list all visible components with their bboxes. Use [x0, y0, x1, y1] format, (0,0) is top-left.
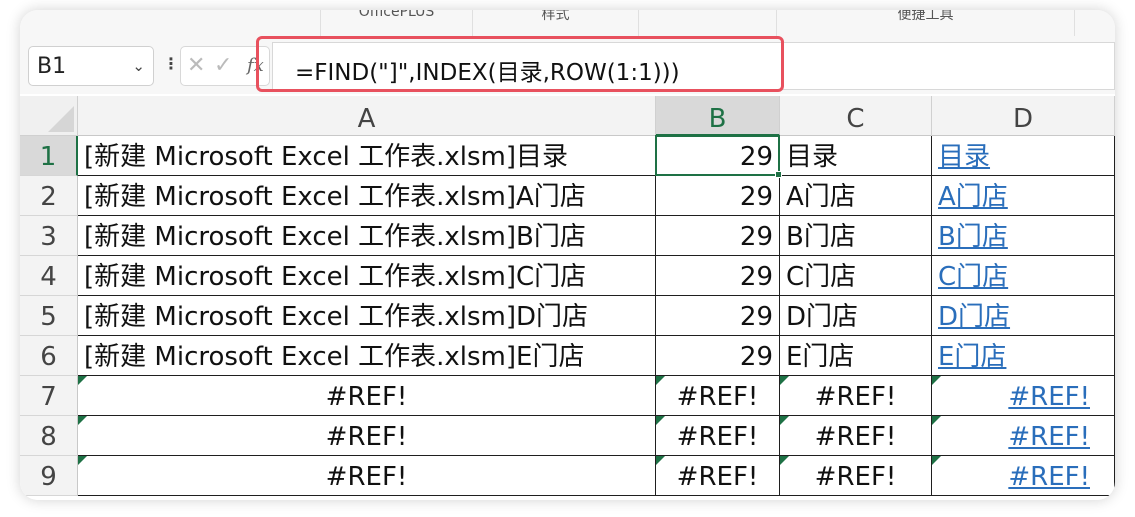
cell-a8[interactable]: #REF! [78, 416, 656, 456]
hyperlink-cell-d5[interactable]: D门店 [932, 296, 1115, 336]
cell-b7[interactable]: #REF! [656, 376, 780, 416]
cell-b2[interactable]: 29 [656, 176, 780, 216]
cell-b9[interactable]: #REF! [656, 456, 780, 496]
cell-c2[interactable]: A门店 [780, 176, 932, 216]
cell-c6[interactable]: E门店 [780, 336, 932, 376]
hyperlink-cell-d6[interactable]: E门店 [932, 336, 1115, 376]
cell-c9[interactable]: #REF! [780, 456, 932, 496]
hyperlink-cell-d7[interactable]: #REF! [932, 376, 1115, 416]
cell-c4[interactable]: C门店 [780, 256, 932, 296]
cell-b4[interactable]: 29 [656, 256, 780, 296]
active-cell-border [655, 135, 782, 178]
cell-c1[interactable]: 目录 [780, 136, 932, 176]
sheet-grid: A B C D 1 [新建 Microsoft Excel 工作表.xlsm]目录 29 目录… [20, 96, 1115, 500]
cell-b5[interactable]: 29 [656, 296, 780, 336]
column-header-c[interactable]: C [780, 96, 932, 136]
cell-c3[interactable]: B门店 [780, 216, 932, 256]
hyperlink-cell-d3[interactable]: B门店 [932, 216, 1115, 256]
cell-b3[interactable]: 29 [656, 216, 780, 256]
cell-a7[interactable]: #REF! [78, 376, 656, 416]
spreadsheet-window: OfficePLUS 样式 便捷工具 B1 ⌄ ⋮ ✕ ✓ fx =FIND("… [20, 10, 1115, 500]
row-header-8[interactable]: 8 [20, 416, 78, 456]
hyperlink-cell-d1[interactable]: 目录 [932, 136, 1115, 176]
hyperlink-cell-d4[interactable]: C门店 [932, 256, 1115, 296]
row-header-7[interactable]: 7 [20, 376, 78, 416]
row-header-2[interactable]: 2 [20, 176, 78, 216]
hyperlink-cell-d8[interactable]: #REF! [932, 416, 1115, 456]
cell-a6[interactable]: [新建 Microsoft Excel 工作表.xlsm]E门店 [78, 336, 656, 376]
cell-a9[interactable]: #REF! [78, 456, 656, 496]
cell-a5[interactable]: [新建 Microsoft Excel 工作表.xlsm]D门店 [78, 296, 656, 336]
column-header-d[interactable]: D [932, 96, 1115, 136]
cell-a4[interactable]: [新建 Microsoft Excel 工作表.xlsm]C门店 [78, 256, 656, 296]
row-header-1[interactable]: 1 [20, 136, 78, 176]
row-header-5[interactable]: 5 [20, 296, 78, 336]
cell-b8[interactable]: #REF! [656, 416, 780, 456]
hyperlink-cell-d9[interactable]: #REF! [932, 456, 1115, 496]
cell-c5[interactable]: D门店 [780, 296, 932, 336]
cell-a2[interactable]: [新建 Microsoft Excel 工作表.xlsm]A门店 [78, 176, 656, 216]
row-header-4[interactable]: 4 [20, 256, 78, 296]
fill-handle[interactable] [775, 171, 782, 178]
select-all-corner[interactable] [20, 96, 78, 136]
row-header-6[interactable]: 6 [20, 336, 78, 376]
hyperlink-cell-d2[interactable]: A门店 [932, 176, 1115, 216]
row-header-3[interactable]: 3 [20, 216, 78, 256]
row-header-9[interactable]: 9 [20, 456, 78, 496]
cell-a3[interactable]: [新建 Microsoft Excel 工作表.xlsm]B门店 [78, 216, 656, 256]
cell-a1[interactable]: [新建 Microsoft Excel 工作表.xlsm]目录 [78, 136, 656, 176]
column-header-b[interactable]: B [656, 96, 780, 136]
column-header-a[interactable]: A [78, 96, 656, 136]
cell-c7[interactable]: #REF! [780, 376, 932, 416]
cell-b6[interactable]: 29 [656, 336, 780, 376]
cell-c8[interactable]: #REF! [780, 416, 932, 456]
